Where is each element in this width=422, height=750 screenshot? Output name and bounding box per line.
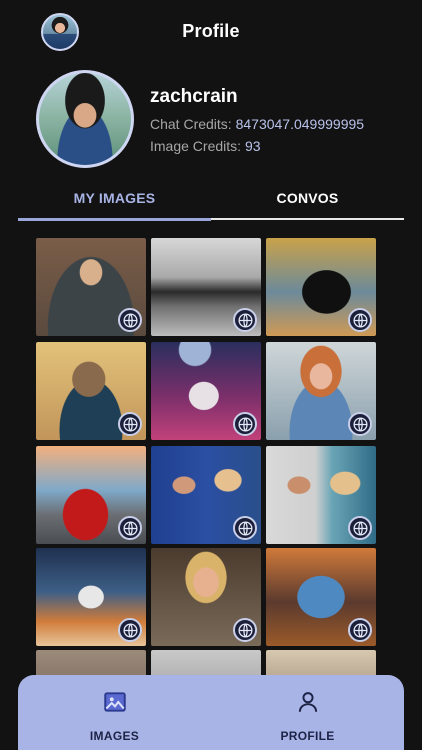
- image-tile[interactable]: [266, 446, 376, 544]
- image-tile[interactable]: [36, 548, 146, 646]
- image-credits: Image Credits: 93: [150, 138, 261, 154]
- tab-convos[interactable]: CONVOS: [211, 190, 404, 206]
- image-tile[interactable]: [151, 238, 261, 336]
- globe-icon[interactable]: [348, 412, 372, 436]
- image-tile[interactable]: [151, 446, 261, 544]
- image-credits-label: Image Credits:: [150, 138, 242, 154]
- globe-icon[interactable]: [348, 308, 372, 332]
- globe-icon[interactable]: [118, 618, 142, 642]
- username: zachcrain: [150, 86, 238, 107]
- image-icon: [103, 692, 126, 712]
- globe-icon[interactable]: [233, 516, 257, 540]
- nav-images-label: IMAGES: [89, 729, 140, 743]
- image-tile[interactable]: [266, 238, 376, 336]
- chat-credits-value: 8473047.049999995: [235, 116, 365, 132]
- person-icon: [298, 692, 317, 712]
- globe-icon[interactable]: [118, 516, 142, 540]
- globe-icon[interactable]: [233, 308, 257, 332]
- image-tile[interactable]: [266, 548, 376, 646]
- globe-icon[interactable]: [233, 618, 257, 642]
- globe-icon[interactable]: [233, 412, 257, 436]
- chat-credits-label: Chat Credits:: [150, 116, 232, 132]
- image-tile[interactable]: [266, 342, 376, 440]
- image-credits-value: 93: [244, 138, 261, 154]
- nav-profile[interactable]: PROFILE: [211, 689, 404, 743]
- image-tile[interactable]: [36, 342, 146, 440]
- chat-credits: Chat Credits: 8473047.049999995: [150, 116, 364, 132]
- image-tile[interactable]: [151, 342, 261, 440]
- profile-tabs: MY IMAGES CONVOS: [18, 180, 404, 222]
- nav-profile-label: PROFILE: [280, 729, 335, 743]
- page-title: Profile: [182, 21, 240, 41]
- nav-images[interactable]: IMAGES: [18, 689, 211, 743]
- image-tile[interactable]: [36, 238, 146, 336]
- tab-active-indicator: [18, 218, 211, 221]
- profile-avatar[interactable]: [36, 70, 134, 168]
- globe-icon[interactable]: [118, 308, 142, 332]
- tab-my-images[interactable]: MY IMAGES: [18, 190, 211, 206]
- globe-icon[interactable]: [118, 412, 142, 436]
- globe-icon[interactable]: [348, 618, 372, 642]
- image-tile[interactable]: [151, 548, 261, 646]
- image-tile[interactable]: [36, 446, 146, 544]
- top-bar: Profile: [0, 0, 422, 62]
- bottom-nav: IMAGES PROFILE: [18, 675, 404, 750]
- globe-icon[interactable]: [348, 516, 372, 540]
- image-grid: [36, 238, 376, 718]
